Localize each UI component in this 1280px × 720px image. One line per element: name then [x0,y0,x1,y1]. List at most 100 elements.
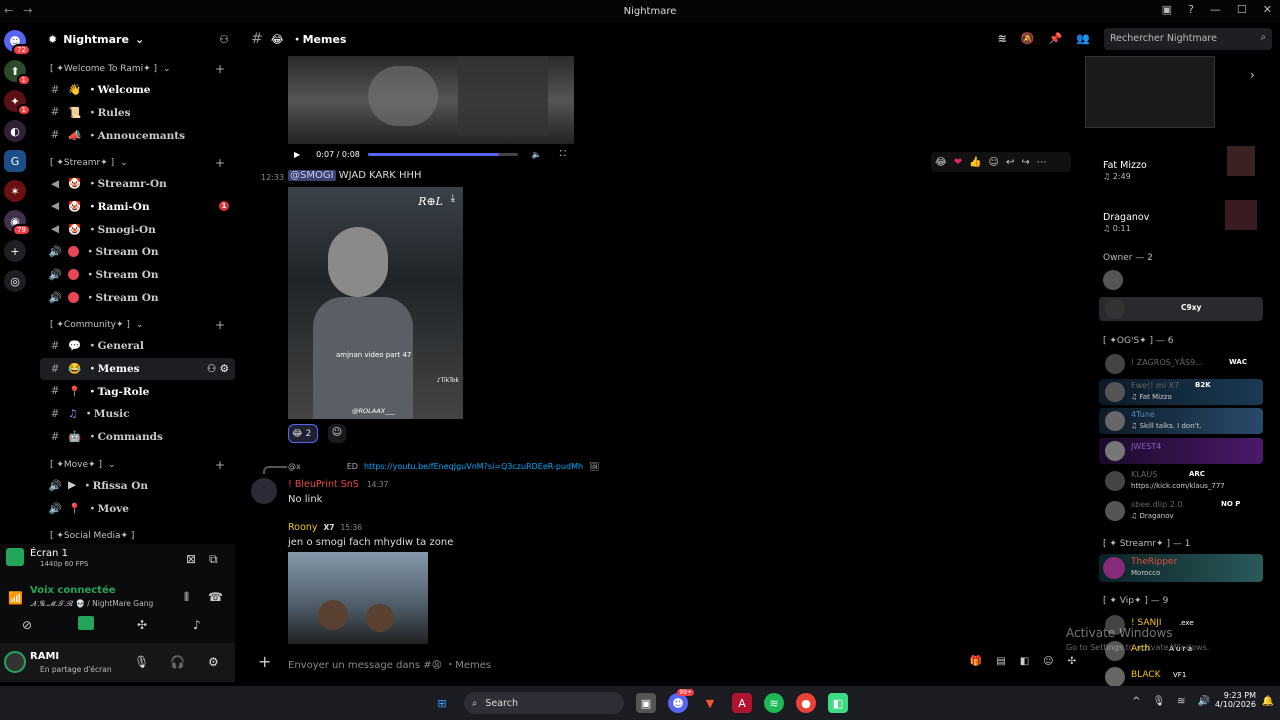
discord-icon[interactable]: ☻ 99+ [668,689,694,713]
reply-icon[interactable]: ↩ [1006,157,1014,168]
reply-link[interactable]: https://youtu.be/fEneqJguVnM?si=Q3czuRDE… [364,462,583,471]
category-social[interactable]: [ ✦Social Media✦ ] [40,527,235,544]
microphone-icon[interactable]: 🎙 [134,655,149,669]
stream-preview[interactable] [1085,56,1215,128]
laughing-emoji-icon[interactable]: 😂 [935,157,947,168]
category-community[interactable]: [ ✦Community✦ ] ⌄ + [40,316,235,334]
member-row[interactable]: Fwe!! mi X7 B2K ♫ Fat Mizzo [1099,379,1263,405]
reply-preview[interactable]: @x ED https://youtu.be/fEneqJguVnM?si=Q3… [288,462,599,471]
add-channel-icon[interactable]: + [215,156,225,170]
voice-status[interactable]: Voix connectée [30,585,116,596]
member-row[interactable]: 4Tune ♫ Skill talks. I don't. [1099,408,1263,434]
video-attachment[interactable]: R⊕L ⤓ amjnan video part 47 ♪TikTok @ROLA… [288,187,463,419]
channel-move[interactable]: 🔊 📍 ・Move [40,497,235,519]
stop-stream-icon[interactable]: ⊠ [186,552,196,566]
inbox-icon[interactable]: ▣ [1162,3,1172,16]
home-button[interactable]: ☻ 72 [4,30,31,56]
channel-stream-on-3[interactable]: 🔊 ・Stream On [40,286,235,308]
add-channel-icon[interactable]: + [215,318,225,332]
channel-stream-on-1[interactable]: 🔊 ・Stream On [40,241,235,263]
channel-annoucemants[interactable]: # 📣 ・Annoucemants [40,124,235,146]
screen-share-active-icon[interactable] [78,616,94,630]
author-name[interactable]: ! BleuPrint SnS [288,479,359,490]
channel-streamr-on[interactable]: ◀ 🤡 ・Streamr-On [40,173,235,195]
server-icon[interactable]: G [4,150,26,172]
category-welcome[interactable]: [ ✦Welcome To Rami✦ ] ⌄ + [40,60,235,78]
gif-icon[interactable]: ▤ [996,656,1005,667]
spotify-icon[interactable]: ≋ [764,693,784,713]
member-row[interactable]: BLACK VF1 [1099,666,1263,686]
user-mention[interactable]: @SMOGI [288,170,336,181]
category-move[interactable]: [ ✦Move✦ ] ⌄ + [40,456,235,474]
channel-stream-on-2[interactable]: 🔊 ・Stream On [40,264,235,286]
fullscreen-icon[interactable]: ⛶ [560,149,566,159]
channel-rules[interactable]: # 📜 ・Rules [40,101,235,123]
member-row[interactable]: KLAUS ARC https://kick.com/klaus_777 [1099,468,1263,494]
reaction-laughing[interactable]: 😂 2 [288,424,318,443]
channel-general[interactable]: # 💬 ・General [40,335,235,357]
channel-smogi-on[interactable]: ◀ 🤡 ・Smogi-On [40,218,235,240]
member-list-icon[interactable]: 👥 [1076,32,1090,45]
add-reaction-icon[interactable]: ☺ [989,157,999,168]
gift-icon[interactable]: 🎁 [970,656,982,667]
channel-music[interactable]: # ♫ ・Music [40,403,235,425]
pin-icon[interactable]: 📌 [1049,32,1063,45]
member-row[interactable]: ! ZAGROS_YÅS9... WAC [1099,352,1263,376]
notification-bell-icon[interactable]: 🔔 [1262,696,1274,707]
clock[interactable]: 9:23 PM 4/10/2026 [1215,691,1256,709]
author-name[interactable]: Roony [288,522,317,533]
app-green-icon[interactable]: ◧ [828,693,848,713]
brave-icon[interactable]: ▼ [700,693,720,713]
avatar[interactable] [1103,270,1123,290]
play-icon[interactable]: ▶ [294,150,300,159]
thumbs-up-icon[interactable]: 👍 [969,157,981,168]
back-arrow-icon[interactable]: ← [4,4,13,17]
forward-icon[interactable]: ↪ [1021,157,1029,168]
chevron-up-icon[interactable]: ^ [1132,696,1140,707]
voice-location[interactable]: 𝓝.𝓖.𝓜.𝓣.𝓡 💀 / NightMare Gang [30,599,153,609]
chrome-icon[interactable]: ● [796,693,816,713]
member-row[interactable]: sbee.dlip 2.0 NO P ♫ Draganov [1099,498,1263,524]
wifi-icon[interactable]: ≋ [1177,696,1185,707]
channel-rami-on[interactable]: ◀ 🤡 ・Rami-On 1 [40,195,235,217]
sticker-icon[interactable]: ◧ [1020,656,1029,667]
volume-icon[interactable]: 🔈 [532,150,542,159]
apps-icon[interactable]: ✣ [1068,656,1076,667]
signal-icon[interactable]: 📶 [8,591,23,605]
threads-icon[interactable]: ≋ [998,32,1007,45]
download-icon[interactable]: ⤓ [451,193,455,204]
member-row[interactable]: C9xy [1099,297,1263,321]
channel-memes[interactable]: # 😂 ・Memes ⚇ ⚙ [40,357,235,380]
maximize-button[interactable]: ☐ [1237,3,1247,16]
server-icon[interactable]: ✦ 1 [4,90,31,116]
help-icon[interactable]: ? [1188,3,1194,16]
username[interactable]: RAMI [30,651,59,662]
settings-gear-icon[interactable]: ⚙ [208,655,219,669]
member-row[interactable]: TheRipper Morocco [1099,554,1263,582]
microphone-icon[interactable]: 🎙 [1152,696,1165,707]
add-member-icon[interactable]: ⚇ [219,33,229,46]
server-header[interactable]: ✹ Nightmare ⌄ ⚇ [40,22,235,56]
channel-welcome[interactable]: # 👋 ・Welcome [40,79,235,101]
more-icon[interactable]: ⋯ [1037,157,1047,168]
server-icon[interactable]: ◉ 79 [4,210,31,236]
popout-icon[interactable]: ⧉ [209,552,218,567]
member-row[interactable]: JWEST4 [1099,438,1263,464]
server-icon[interactable]: ✶ [4,180,26,202]
server-icon[interactable]: ◐ [4,120,26,142]
server-icon[interactable]: ⬆ 1 [4,60,31,86]
task-view-icon[interactable]: ▣ [636,693,656,713]
add-server-icon[interactable]: + [4,240,26,262]
soundboard-icon[interactable]: ♪ [193,618,201,632]
search-input[interactable]: Rechercher Nightmare ⌕ [1104,28,1272,50]
add-attachment-icon[interactable]: + [258,652,271,671]
minimize-button[interactable]: — [1210,3,1221,16]
channel-rfissa-on[interactable]: 🔊 ▶ ・Rfissa On [40,474,235,496]
noise-suppression-icon[interactable]: ⫴ [184,590,189,605]
channel-commands[interactable]: # 🤖 ・Commands [40,426,235,448]
headphones-icon[interactable]: 🎧 [170,655,185,669]
volume-icon[interactable]: 🔊 [1198,696,1210,707]
channel-tag-role[interactable]: # 📍 ・Tag-Role [40,380,235,402]
avatar[interactable] [4,651,26,673]
avatar[interactable] [251,478,277,504]
